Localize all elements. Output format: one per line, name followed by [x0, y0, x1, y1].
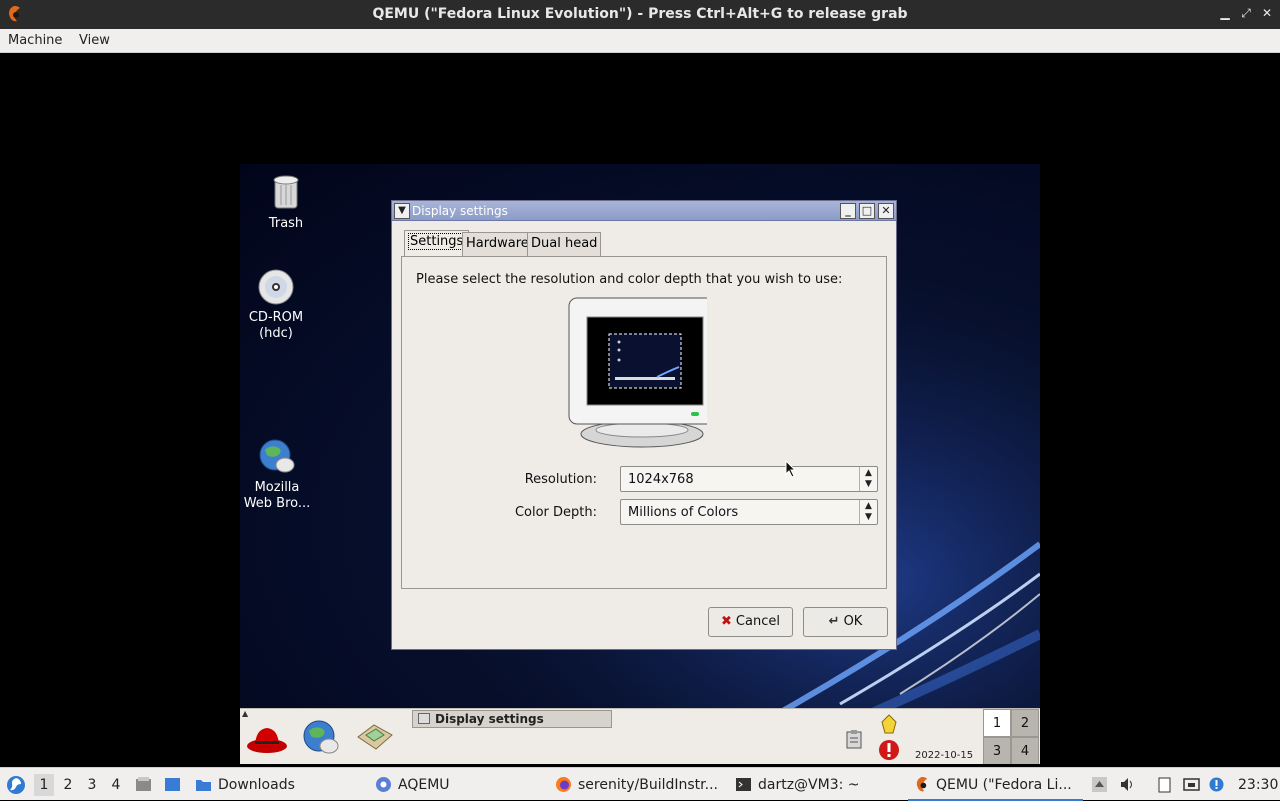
task-terminal[interactable]: dartz@VM3: ~ — [730, 768, 900, 801]
pager-workspace-1[interactable]: 1 — [983, 709, 1011, 737]
pager-workspace-4[interactable]: 4 — [1011, 737, 1039, 764]
updates-tray-icon[interactable] — [1208, 776, 1225, 793]
host-workspace-3[interactable]: 3 — [82, 774, 102, 796]
trash-icon — [273, 175, 299, 209]
spin-arrows-icon: ▲ ▼ — [859, 467, 877, 491]
task-label: dartz@VM3: ~ — [758, 777, 860, 793]
network-icon[interactable] — [1183, 776, 1200, 793]
enter-arrow-icon: ↵ — [828, 614, 840, 629]
host-taskbar: 1 2 3 4 Downloads AQEMU serenity/BuildIn… — [0, 767, 1280, 801]
aqemu-icon — [376, 777, 391, 792]
qemu-icon — [916, 776, 928, 792]
menu-view[interactable]: View — [79, 33, 110, 48]
desktop-icon-cdrom[interactable]: CD-ROM (hdc) — [240, 268, 316, 342]
mail-icon[interactable] — [354, 719, 396, 755]
desktop-icon-trash[interactable]: Trash — [246, 172, 326, 232]
resolution-value: 1024x768 — [628, 472, 694, 487]
host-workspace-1[interactable]: 1 — [34, 774, 54, 796]
alert-icon[interactable] — [878, 739, 900, 761]
dialog-maximize-icon[interactable]: □ — [859, 203, 875, 219]
host-window-title: QEMU ("Fedora Linux Evolution") - Press … — [372, 6, 908, 22]
settings-tab-panel: Please select the resolution and color d… — [401, 256, 887, 589]
dialog-title: Display settings — [412, 204, 508, 218]
desktop-icon-mozilla[interactable]: Mozilla Web Bro... — [240, 438, 317, 512]
color-depth-select[interactable]: Millions of Colors ▲ ▼ — [620, 499, 878, 525]
cancel-label: Cancel — [735, 614, 780, 629]
host-menubar: Machine View — [0, 29, 1280, 53]
task-downloads[interactable]: Downloads — [190, 768, 360, 801]
browser-globe-icon[interactable] — [300, 719, 342, 757]
folder-icon — [196, 780, 211, 791]
task-label: serenity/BuildInstr... — [578, 777, 718, 793]
panel-hide-arrow-icon[interactable]: ▲ — [242, 709, 248, 718]
task-aqemu[interactable]: AQEMU — [370, 768, 540, 801]
task-firefox[interactable]: serenity/BuildInstr... — [550, 768, 725, 801]
task-label: AQEMU — [398, 777, 450, 793]
redhat-menu-icon[interactable] — [246, 721, 288, 755]
task-qemu[interactable]: QEMU ("Fedora Li... — [908, 768, 1083, 801]
file-manager-icon[interactable] — [135, 776, 152, 793]
terminal-icon — [736, 778, 751, 791]
mouse-cursor-icon — [785, 460, 797, 478]
dialog-close-icon[interactable]: ✕ — [878, 203, 894, 219]
task-label: QEMU ("Fedora Li... — [936, 777, 1072, 793]
task-label: Downloads — [218, 777, 295, 793]
close-icon[interactable]: ✕ — [1260, 6, 1274, 20]
resolution-label: Resolution: — [524, 472, 597, 487]
clipboard-icon[interactable] — [844, 729, 864, 749]
cdrom-icon — [258, 269, 294, 305]
show-desktop-icon[interactable] — [164, 776, 181, 793]
monitor-icon — [568, 297, 707, 448]
resolution-select[interactable]: 1024x768 ▲ ▼ — [620, 466, 878, 492]
display-settings-dialog: ▼ Display settings _ □ ✕ Settings Hardwa… — [391, 200, 897, 650]
guest-date: 2022-10-15 — [915, 750, 974, 761]
volume-icon[interactable] — [1119, 776, 1136, 793]
dialog-minimize-icon[interactable]: _ — [840, 203, 856, 219]
tab-hardware[interactable]: Hardware — [462, 232, 533, 256]
tab-settings-label: Settings — [408, 233, 466, 250]
updates-icon[interactable] — [879, 713, 899, 735]
desktop-icon-label: Trash — [268, 216, 304, 231]
host-clock: 23:30 — [1238, 777, 1279, 793]
guest-task-display-settings[interactable]: Display settings — [412, 710, 612, 728]
cancel-button[interactable]: ✖ Cancel — [708, 607, 793, 637]
dialog-titlebar[interactable]: ▼ Display settings _ □ ✕ — [392, 201, 896, 221]
pager-workspace-2[interactable]: 2 — [1011, 709, 1039, 737]
firefox-icon — [556, 777, 571, 792]
window-icon — [418, 713, 430, 724]
cancel-x-icon: ✖ — [721, 614, 732, 629]
vm-display-area: Trash CD-ROM (hdc) Mozilla Web Bro... ▲ — [0, 53, 1280, 767]
browser-globe-icon — [259, 439, 295, 473]
host-window-titlebar: QEMU ("Fedora Linux Evolution") - Press … — [0, 0, 1280, 29]
tab-hardware-label: Hardware — [466, 236, 529, 251]
spin-arrows-icon: ▲ ▼ — [859, 500, 877, 524]
ok-button[interactable]: ↵ OK — [803, 607, 888, 637]
host-workspace-4[interactable]: 4 — [106, 774, 126, 796]
host-workspace-2[interactable]: 2 — [58, 774, 78, 796]
tray-arrow-icon[interactable] — [1091, 776, 1108, 793]
color-depth-value: Millions of Colors — [628, 505, 739, 520]
guest-task-label: Display settings — [435, 712, 544, 726]
pager-workspace-3[interactable]: 3 — [983, 737, 1011, 764]
tab-dual-head[interactable]: Dual head — [527, 232, 602, 256]
maximize-icon[interactable]: ⤢ — [1239, 6, 1253, 20]
color-depth-label: Color Depth: — [514, 505, 597, 520]
tab-dual-head-label: Dual head — [531, 236, 598, 251]
guest-panel: ▲ Display settings 2022-10-15 1 2 3 4 — [240, 708, 1040, 764]
window-menu-icon[interactable]: ▼ — [394, 203, 410, 219]
menu-machine[interactable]: Machine — [8, 33, 62, 48]
desktop-icon-label: CD-ROM (hdc) — [248, 310, 304, 341]
minimize-icon[interactable]: ▁ — [1218, 6, 1232, 20]
ok-label: OK — [843, 614, 863, 629]
desktop-icon-label: Mozilla Web Bro... — [243, 480, 311, 511]
instruction-text: Please select the resolution and color d… — [416, 272, 843, 287]
tab-settings[interactable]: Settings — [404, 230, 470, 257]
distro-menu-icon[interactable] — [6, 775, 26, 795]
clipboard-tray-icon[interactable] — [1156, 776, 1173, 793]
